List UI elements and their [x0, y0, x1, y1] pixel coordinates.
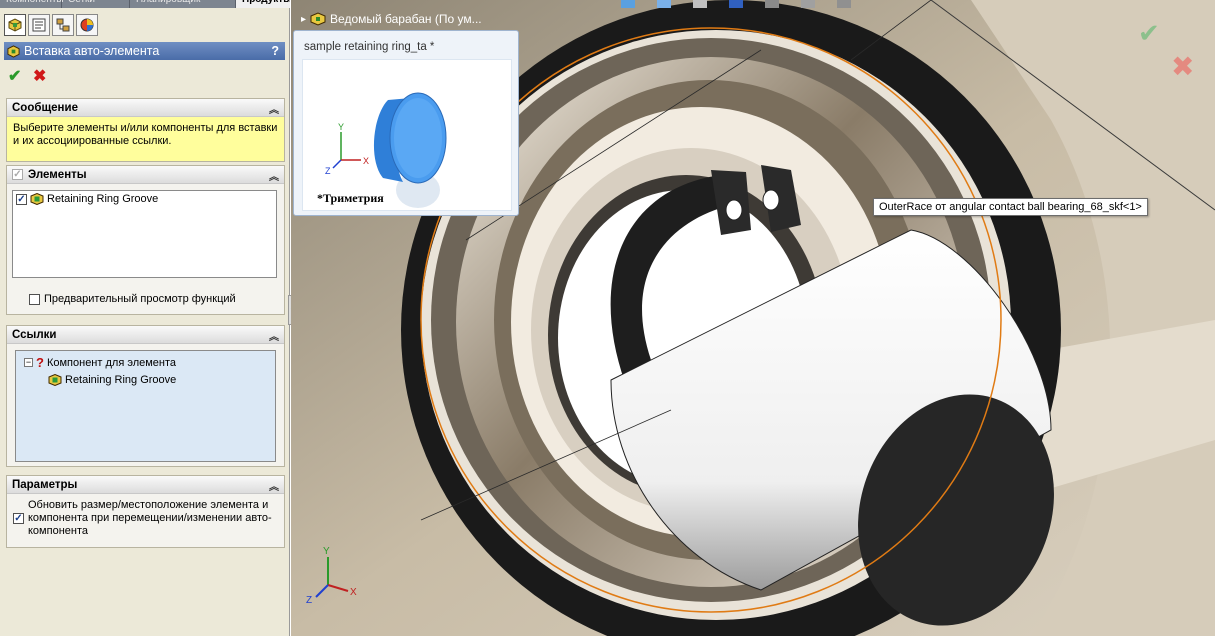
triad-z-label: Z — [306, 595, 312, 606]
elements-list[interactable]: ✓ Retaining Ring Groove — [12, 190, 277, 278]
pm-title-bar: Вставка авто-элемента ? — [4, 42, 285, 60]
tab-office-products[interactable]: Продукты Office — [236, 0, 290, 8]
configuration-manager-icon[interactable] — [52, 14, 74, 36]
view-orientation-icon[interactable] — [729, 0, 743, 8]
collapse-node-icon[interactable]: − — [24, 358, 33, 367]
feature-manager-icon[interactable] — [4, 14, 26, 36]
triad-x-label: X — [350, 587, 357, 598]
help-button[interactable]: ? — [271, 44, 279, 58]
collapse-icon[interactable]: ︽ — [269, 101, 279, 116]
hover-tooltip: OuterRace от angular contact ball bearin… — [873, 198, 1148, 216]
heads-up-toolbar — [621, 0, 851, 8]
parameters-group-title: Параметры — [12, 478, 78, 491]
tab-components[interactable]: Компоненты — [0, 0, 64, 8]
preview-triad-x: X — [363, 156, 369, 166]
parameters-group: Параметры ︽ ✓ Обновить размер/местополож… — [6, 475, 285, 548]
tree-node-label: Retaining Ring Groove — [65, 373, 177, 386]
preview-triad-y: Y — [338, 122, 344, 132]
references-group-header[interactable]: Ссылки ︽ — [7, 326, 284, 344]
list-item[interactable]: ✓ Retaining Ring Groove — [13, 191, 276, 207]
zoom-area-icon[interactable] — [657, 0, 671, 8]
assembly-icon — [310, 12, 326, 26]
elements-group-header[interactable]: ✓ Элементы ︽ — [7, 166, 284, 184]
section-view-icon[interactable] — [693, 0, 707, 8]
parameters-group-header[interactable]: Параметры ︽ — [7, 476, 284, 494]
preview-features-option[interactable]: Предварительный просмотр функций — [29, 293, 236, 305]
references-group-title: Ссылки — [12, 328, 57, 341]
hide-show-icon[interactable] — [801, 0, 815, 8]
pm-tab-icons — [0, 8, 289, 40]
preview-features-label: Предварительный просмотр функций — [44, 293, 236, 305]
pm-title-text: Вставка авто-элемента — [24, 44, 160, 58]
update-option-label: Обновить размер/местоположение элемента … — [28, 499, 272, 537]
message-text: Выберите элементы и/или компоненты для в… — [7, 117, 284, 161]
ok-button[interactable]: ✔ — [8, 66, 21, 86]
document-title: Ведомый барабан (По ум... — [330, 12, 482, 26]
preview-canvas: Y X Z *Триметрия — [302, 59, 512, 211]
retaining-ring-groove-icon — [48, 373, 62, 386]
document-tree-root[interactable]: ▸ Ведомый барабан (По ум... — [301, 12, 482, 26]
elements-group-title: Элементы — [28, 168, 87, 181]
elements-group-checkbox: ✓ — [12, 169, 23, 180]
tree-node[interactable]: − ? Компонент для элемента — [16, 354, 275, 371]
preview-view-label: *Триметрия — [317, 191, 384, 205]
preview-triad-z: Z — [325, 166, 331, 176]
preview-title: sample retaining ring_ta * — [304, 41, 435, 53]
message-group: Сообщение ︽ Выберите элементы и/или комп… — [6, 98, 285, 162]
item-checkbox[interactable]: ✓ — [16, 193, 27, 205]
message-group-title: Сообщение — [12, 101, 78, 114]
update-checkbox[interactable]: ✓ — [13, 513, 24, 524]
question-icon: ? — [36, 355, 44, 370]
tab-meshes[interactable]: Сетки — [62, 0, 130, 8]
tab-planner[interactable]: Планировщик — [130, 0, 236, 8]
graphics-viewport[interactable]: Y X Z ▸ Ведомый барабан (По ум... ✔ ✖ Ou… — [291, 0, 1215, 636]
retaining-ring-groove-icon — [30, 193, 44, 205]
update-option[interactable]: ✓ Обновить размер/местоположение элемент… — [13, 499, 275, 538]
retaining-ring-part-preview: Y X Z — [325, 92, 447, 208]
collapse-icon[interactable]: ︽ — [269, 478, 279, 493]
view-settings-icon[interactable] — [837, 0, 851, 8]
zoom-to-fit-icon[interactable] — [621, 0, 635, 8]
preview-checkbox[interactable] — [29, 293, 40, 305]
confirm-corner-ok-icon[interactable]: ✔ — [1138, 18, 1160, 49]
tree-node[interactable]: Retaining Ring Groove — [16, 371, 275, 388]
expand-icon[interactable]: ▸ — [301, 14, 306, 25]
elements-group: ✓ Элементы ︽ ✓ Retaining Ring Groove Пре… — [6, 165, 285, 315]
display-style-icon[interactable] — [765, 0, 779, 8]
triad-y-label: Y — [323, 546, 330, 557]
references-tree[interactable]: − ? Компонент для элемента Retaining Rin… — [15, 350, 276, 462]
collapse-icon[interactable]: ︽ — [269, 168, 279, 183]
references-group: Ссылки ︽ − ? Компонент для элемента Reta… — [6, 325, 285, 467]
tree-node-label: Компонент для элемента — [46, 356, 177, 369]
cancel-button[interactable]: ✖ — [33, 66, 46, 86]
property-manager-icon[interactable] — [28, 14, 50, 36]
tab-strip: Компоненты Сетки Планировщик Продукты Of… — [0, 0, 290, 8]
list-item-label: Retaining Ring Groove — [47, 193, 159, 205]
confirm-corner-cancel-icon[interactable]: ✖ — [1171, 50, 1194, 83]
collapse-icon[interactable]: ︽ — [269, 328, 279, 343]
appearance-manager-icon[interactable] — [76, 14, 98, 36]
preview-window: sample retaining ring_ta * Y X Z *Тримет… — [293, 30, 519, 216]
insert-feature-icon — [7, 44, 20, 58]
message-group-header[interactable]: Сообщение ︽ — [7, 99, 284, 117]
property-manager: Вставка авто-элемента ? ✔ ✖ Сообщение ︽ … — [0, 8, 290, 636]
